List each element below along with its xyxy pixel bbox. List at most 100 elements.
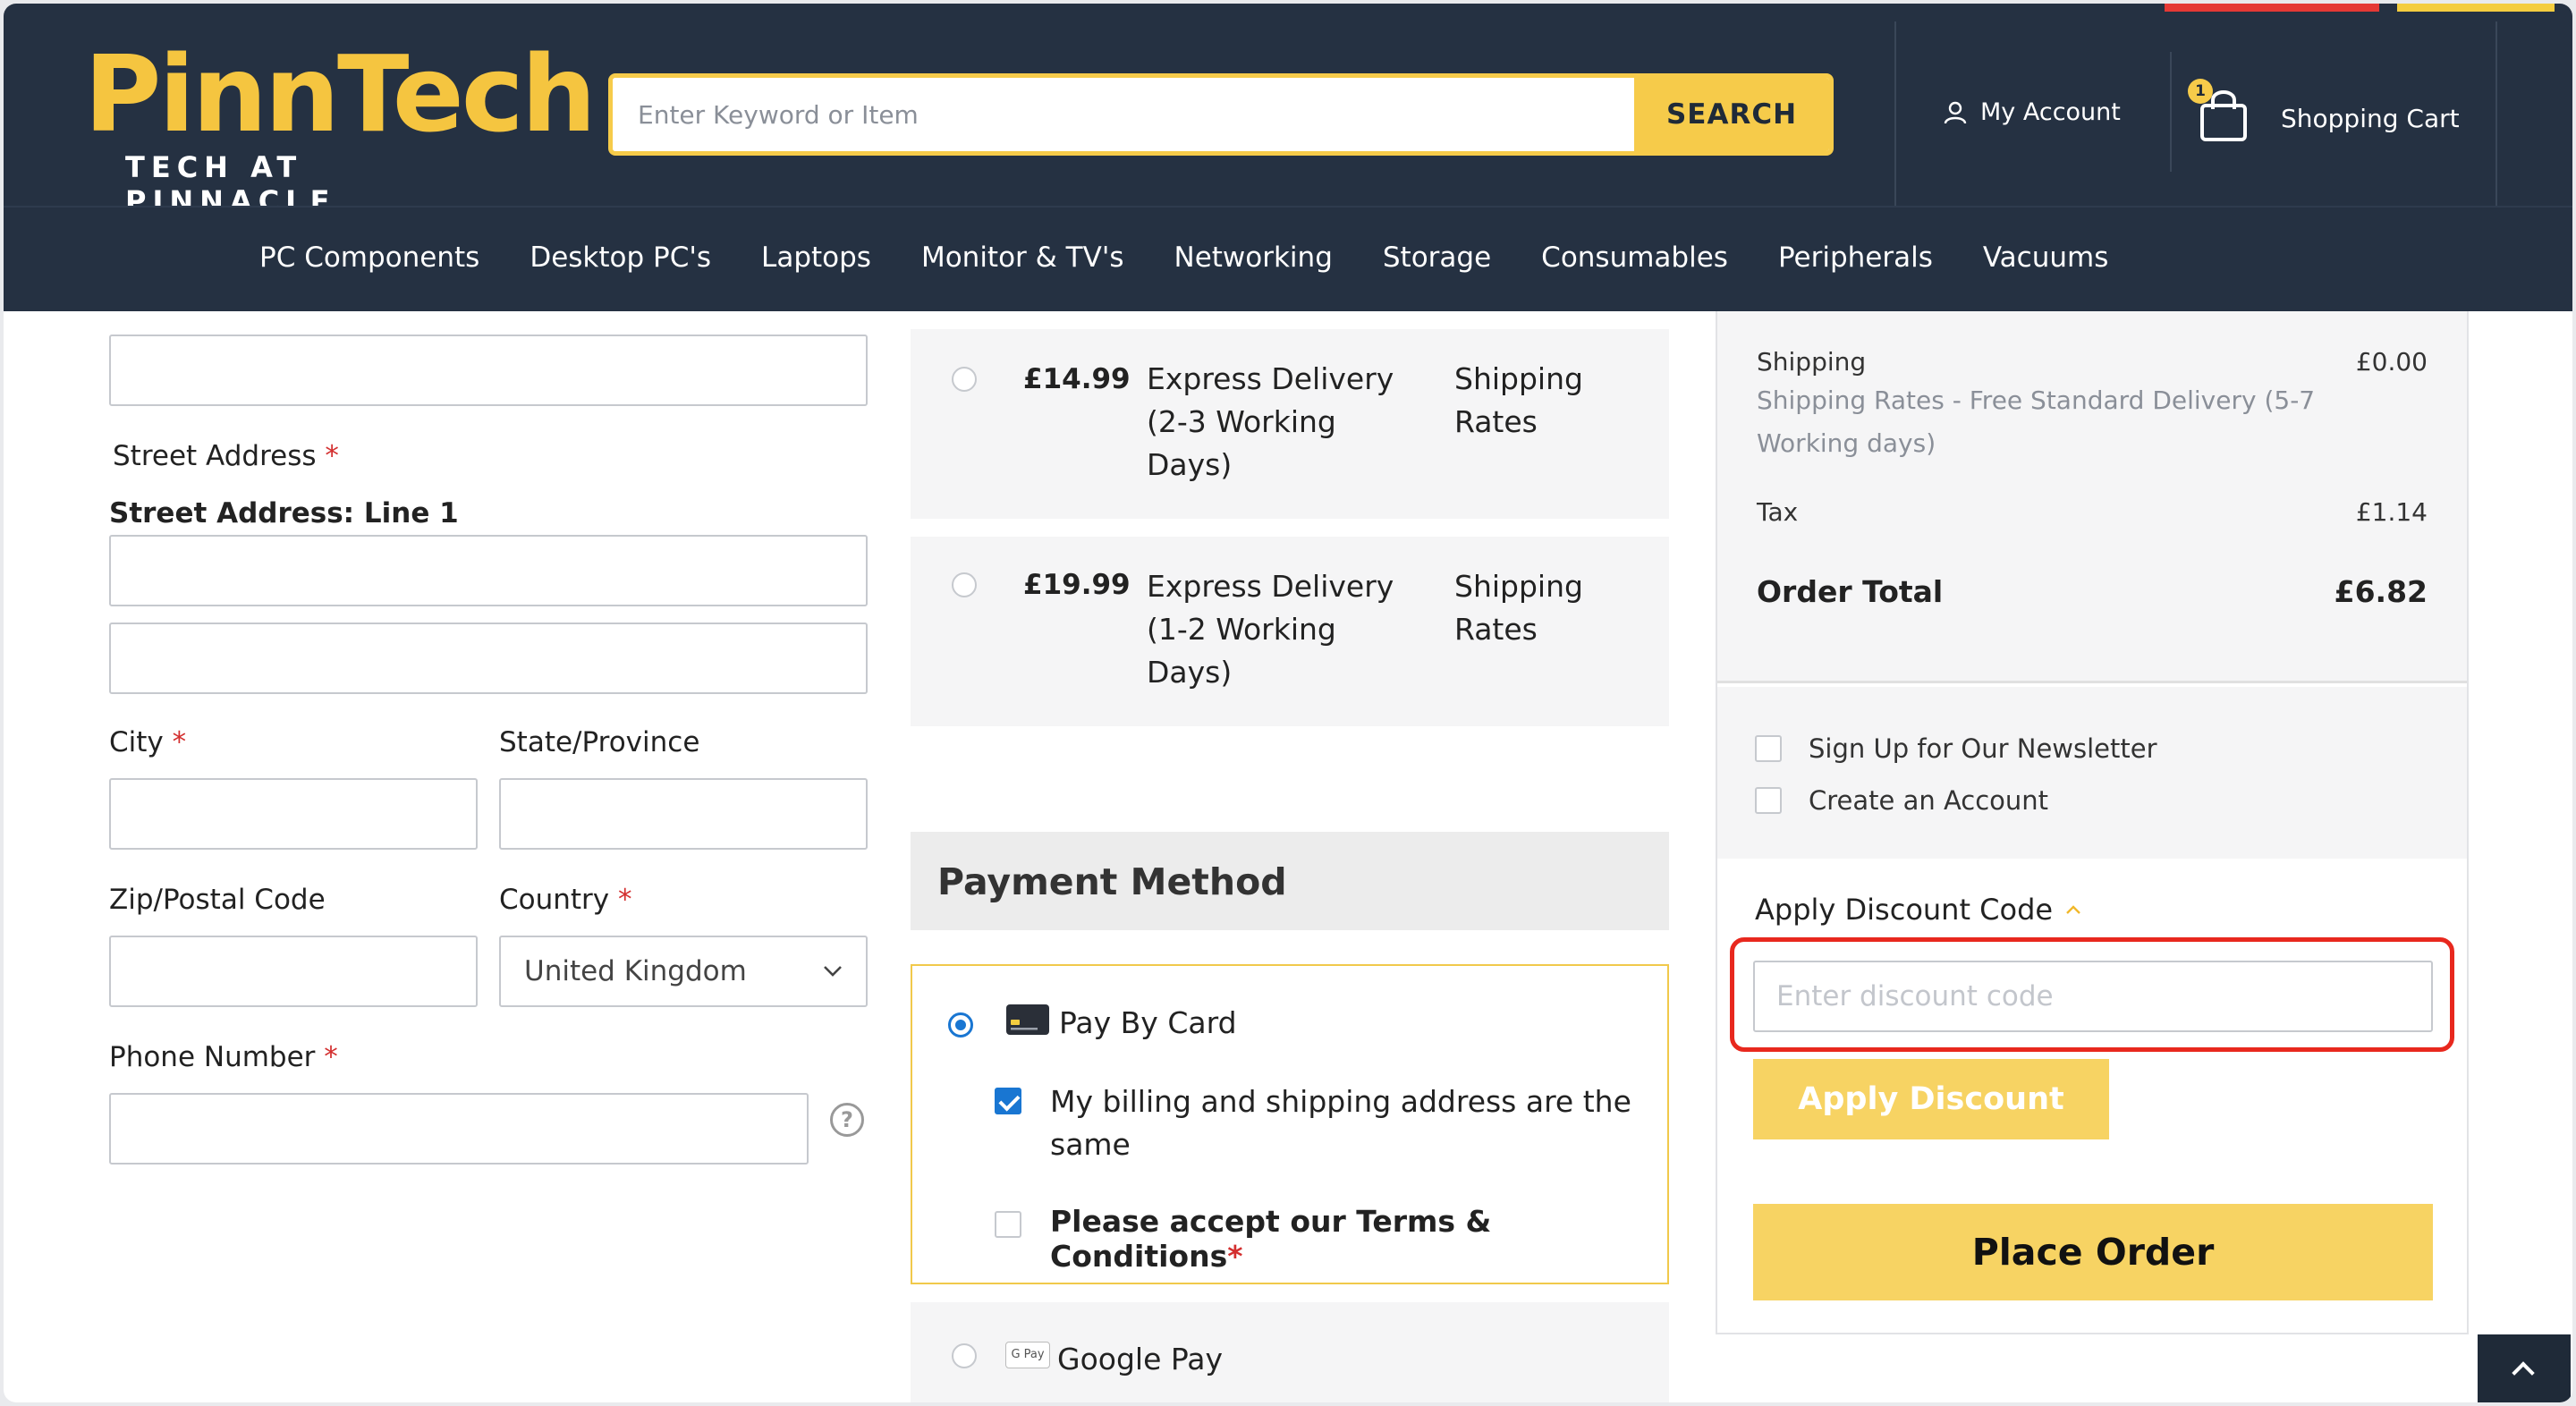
nav-pc-components[interactable]: PC Components	[259, 241, 479, 274]
city-label-text: City	[109, 726, 164, 758]
pay-by-card-radio[interactable]	[948, 1012, 973, 1038]
shipping-option-row[interactable]: £14.99 Express Delivery (2-3 Working Day…	[911, 329, 1669, 519]
city-field[interactable]	[109, 778, 478, 850]
phone-label-text: Phone Number	[109, 1041, 316, 1073]
discount-code-toggle[interactable]: Apply Discount Code	[1755, 893, 2081, 927]
shipping-total-label: Shipping	[1757, 347, 1867, 377]
zip-field[interactable]	[109, 936, 478, 1007]
cart-divider	[2170, 52, 2172, 172]
street-line1-label: Street Address: Line 1	[109, 497, 459, 529]
google-pay-label: Google Pay	[1057, 1342, 1224, 1376]
shipping-desc-line: Working days)	[1757, 428, 1936, 458]
terms-label: Please accept our Terms & Conditions*	[1050, 1204, 1667, 1274]
place-order-button[interactable]: Place Order	[1753, 1204, 2433, 1300]
account-options: Sign Up for Our Newsletter Create an Acc…	[1717, 687, 2467, 859]
order-total-value: £6.82	[2334, 574, 2428, 609]
site-header: PinnTech TECH AT PINNACLE SEARCH My Acco…	[4, 4, 2572, 218]
shopping-cart-button[interactable]: 1	[2188, 79, 2249, 143]
search-button[interactable]: SEARCH	[1634, 78, 1829, 151]
shipping-carrier-line: Shipping	[1454, 569, 1583, 604]
nav-vacuums[interactable]: Vacuums	[1983, 241, 2108, 274]
same-address-checkbox[interactable]	[995, 1088, 1021, 1114]
google-pay-icon: G Pay	[1005, 1342, 1050, 1368]
street-line2-field[interactable]	[109, 623, 868, 694]
totals-block: Shipping £0.00 Shipping Rates - Free Sta…	[1717, 311, 2467, 683]
street-line1-field[interactable]	[109, 535, 868, 606]
shipping-option-row[interactable]: £19.99 Express Delivery (1-2 Working Day…	[911, 537, 1669, 726]
newsletter-checkbox[interactable]	[1755, 735, 1782, 762]
chevron-up-icon	[2066, 905, 2080, 914]
shipping-total-value: £0.00	[2355, 347, 2428, 377]
chevron-down-icon	[824, 966, 842, 977]
discount-code-title: Apply Discount Code	[1755, 893, 2054, 927]
required-mark: *	[324, 1041, 338, 1073]
nav-networking[interactable]: Networking	[1174, 241, 1333, 274]
country-select[interactable]: United Kingdom	[499, 936, 868, 1007]
shipping-price: £19.99	[1023, 569, 1131, 601]
shipping-option-radio[interactable]	[952, 367, 977, 392]
shipping-option-radio[interactable]	[952, 572, 977, 597]
shipping-method-line: (2-3 Working	[1147, 404, 1336, 439]
newsletter-label: Sign Up for Our Newsletter	[1809, 733, 2157, 764]
required-mark: *	[1227, 1239, 1243, 1274]
shipping-desc-line: Shipping Rates - Free Standard Delivery …	[1757, 385, 2316, 415]
order-total-label: Order Total	[1757, 574, 1944, 609]
header-divider-right	[2496, 21, 2497, 206]
google-pay-option: G Pay Google Pay	[911, 1302, 1669, 1402]
my-account-link[interactable]: My Account	[1943, 98, 2121, 126]
required-mark: *	[325, 440, 339, 472]
credit-card-icon	[1006, 1004, 1049, 1035]
shipping-carrier: Shipping Rates	[1454, 358, 1583, 444]
phone-field[interactable]	[109, 1093, 809, 1165]
terms-checkbox[interactable]	[995, 1211, 1021, 1238]
header-accent-red	[2165, 4, 2379, 12]
shipping-carrier: Shipping Rates	[1454, 565, 1583, 651]
nav-storage[interactable]: Storage	[1383, 241, 1491, 274]
shipping-method-line: (1-2 Working	[1147, 612, 1336, 647]
nav-monitor-tvs[interactable]: Monitor & TV's	[921, 241, 1124, 274]
shipping-method-line: Express Delivery	[1147, 361, 1394, 396]
company-field[interactable]	[109, 335, 868, 406]
city-label: City *	[109, 726, 186, 758]
tax-label: Tax	[1757, 497, 1799, 527]
country-label: Country *	[499, 884, 632, 916]
create-account-label: Create an Account	[1809, 785, 2049, 816]
site-logo[interactable]: PinnTech TECH AT PINNACLE	[84, 41, 597, 218]
shipping-method-line: Days)	[1147, 655, 1233, 690]
terms-label-text: Please accept our Terms & Conditions	[1050, 1204, 1492, 1274]
state-field[interactable]	[499, 778, 868, 850]
scroll-to-top-button[interactable]	[2478, 1334, 2571, 1402]
shipping-carrier-line: Rates	[1454, 612, 1538, 647]
nav-peripherals[interactable]: Peripherals	[1778, 241, 1933, 274]
logo-wordmark: PinnTech	[84, 32, 597, 156]
user-icon	[1944, 101, 1967, 123]
required-mark: *	[618, 884, 632, 916]
nav-desktop-pcs[interactable]: Desktop PC's	[530, 241, 711, 274]
phone-label: Phone Number *	[109, 1041, 338, 1073]
header-accent-yellow	[2397, 4, 2555, 12]
shipping-carrier-line: Rates	[1454, 404, 1538, 439]
street-address-label: Street Address *	[113, 440, 339, 472]
nav-laptops[interactable]: Laptops	[761, 241, 871, 274]
shipping-method: Express Delivery (2-3 Working Days)	[1147, 358, 1394, 487]
google-pay-radio[interactable]	[952, 1343, 977, 1368]
state-label: State/Province	[499, 726, 700, 758]
street-address-label-text: Street Address	[113, 440, 317, 472]
shipping-total-desc: Shipping Rates - Free Standard Delivery …	[1757, 379, 2315, 465]
create-account-checkbox[interactable]	[1755, 787, 1782, 814]
search-input[interactable]	[613, 78, 1634, 151]
order-summary: Shipping £0.00 Shipping Rates - Free Sta…	[1716, 311, 2469, 1334]
shipping-method-line: Express Delivery	[1147, 569, 1394, 604]
nav-consumables[interactable]: Consumables	[1541, 241, 1728, 274]
pay-by-card-label: Pay By Card	[1059, 1005, 1237, 1040]
required-mark: *	[172, 726, 187, 758]
help-icon[interactable]: ?	[830, 1103, 864, 1137]
tax-value: £1.14	[2355, 497, 2428, 527]
pay-by-card-option: Pay By Card My billing and shipping addr…	[911, 964, 1669, 1284]
payment-method-heading: Payment Method	[911, 832, 1669, 930]
shopping-cart-label[interactable]: Shopping Cart	[2281, 104, 2460, 133]
discount-code-input[interactable]	[1753, 961, 2433, 1032]
apply-discount-button[interactable]: Apply Discount	[1753, 1059, 2109, 1139]
shipping-method: Express Delivery (1-2 Working Days)	[1147, 565, 1394, 694]
zip-label: Zip/Postal Code	[109, 884, 326, 916]
